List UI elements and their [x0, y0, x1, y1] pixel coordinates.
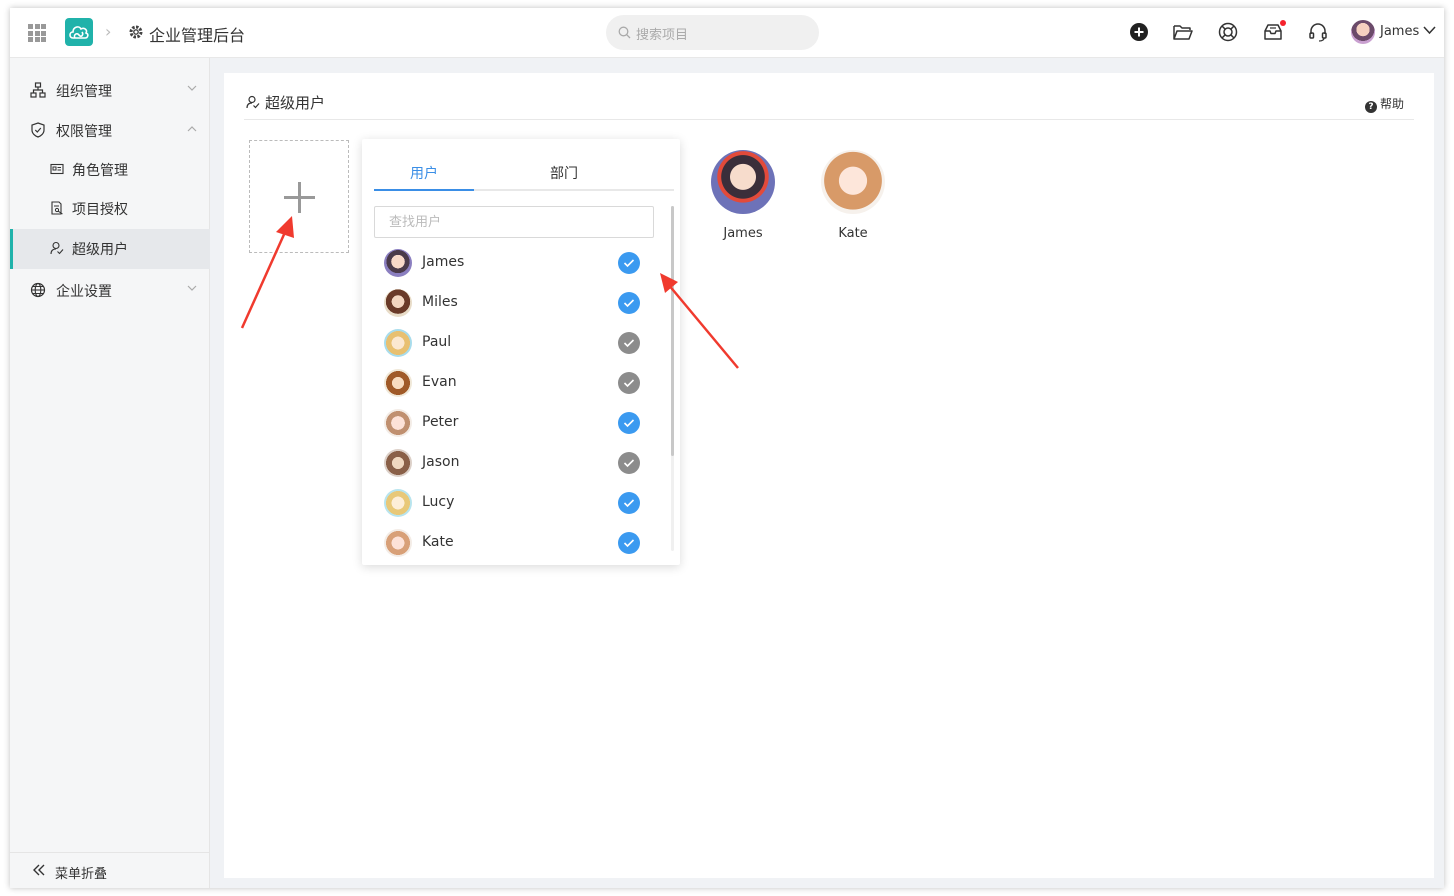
avatar[interactable]: [1351, 20, 1375, 44]
super-user-card[interactable]: James: [703, 150, 783, 241]
sidebar-item-label: 角色管理: [72, 163, 128, 179]
shield-icon: [31, 122, 45, 138]
org-chart-icon: [30, 82, 46, 98]
folder-open-icon[interactable]: [1172, 21, 1194, 43]
super-user-name: James: [723, 226, 763, 241]
add-circle-icon[interactable]: [1128, 21, 1150, 43]
collapse-label: 菜单折叠: [55, 867, 108, 882]
super-user-name: Kate: [838, 226, 868, 241]
avatar: [384, 369, 412, 397]
help-icon: ?: [1364, 101, 1377, 113]
list-item[interactable]: Jason: [362, 443, 668, 483]
app-window: › 企业管理后台 搜索项目 James 组织管理 权限管理 角色管理 项目授权 …: [10, 8, 1444, 888]
avatar: [384, 249, 412, 277]
chevron-down-icon: [187, 85, 197, 91]
breadcrumb-separator: ›: [105, 22, 112, 41]
avatar: [384, 329, 412, 357]
breadcrumb-title[interactable]: 企业管理后台: [149, 22, 245, 46]
sidebar-item-permissions[interactable]: 权限管理: [10, 110, 210, 150]
sidebar-item-enterprise-settings[interactable]: 企业设置: [10, 270, 210, 310]
project-search[interactable]: 搜索项目: [606, 15, 819, 50]
sidebar: 组织管理 权限管理 角色管理 项目授权 超级用户 企业设置 菜单折叠: [10, 58, 210, 888]
user-name: Jason: [422, 454, 460, 470]
user-name: Paul: [422, 334, 452, 350]
sidebar-item-label: 企业设置: [56, 284, 112, 300]
check-icon[interactable]: [618, 292, 640, 314]
user-name: Lucy: [422, 494, 455, 510]
check-icon[interactable]: [618, 372, 640, 394]
sidebar-item-label: 项目授权: [72, 202, 128, 218]
menu-collapse-button[interactable]: 菜单折叠: [10, 852, 210, 888]
search-icon: [618, 26, 631, 39]
user-search-input[interactable]: [374, 206, 654, 238]
globe-icon: [30, 282, 46, 298]
sidebar-item-super-user[interactable]: 超级用户: [10, 229, 210, 269]
plus-icon-vertical: [298, 182, 301, 213]
document-key-icon: [51, 201, 63, 215]
check-icon[interactable]: [618, 492, 640, 514]
user-name: Miles: [422, 294, 458, 310]
tab-departments[interactable]: 部门: [550, 163, 578, 183]
sidebar-item-project-auth[interactable]: 项目授权: [10, 189, 210, 229]
user-name: Peter: [422, 414, 459, 430]
list-item[interactable]: Lucy: [362, 483, 668, 523]
sidebar-item-org[interactable]: 组织管理: [10, 70, 210, 110]
top-header: › 企业管理后台 搜索项目 James: [10, 8, 1444, 58]
user-name: Kate: [422, 534, 454, 550]
check-icon[interactable]: [618, 332, 640, 354]
search-placeholder: 搜索项目: [636, 28, 689, 43]
sidebar-item-roles[interactable]: 角色管理: [10, 150, 210, 190]
main-panel: 超级用户 ?帮助 用户 部门 JamesMilesPaulEvanPeterJa…: [224, 73, 1434, 878]
list-item[interactable]: Miles: [362, 283, 668, 323]
gear-icon: [129, 25, 143, 39]
id-card-icon: [50, 163, 64, 175]
cloud-logo-icon[interactable]: [65, 18, 93, 46]
check-icon[interactable]: [618, 412, 640, 434]
apps-grid-icon[interactable]: [28, 24, 46, 42]
user-picker-popover: 用户 部门 James Miles Paul Evan Peter Jason Lucy Ka…: [362, 139, 680, 565]
super-user-icon: [246, 95, 260, 109]
user-name[interactable]: James: [1380, 24, 1419, 39]
scrollbar-thumb[interactable]: [671, 206, 674, 456]
chevron-up-icon: [187, 126, 197, 132]
active-tab-indicator: [374, 189, 474, 191]
user-list: James Miles Paul Evan Peter Jason Lucy Kate: [362, 243, 668, 565]
picker-tabs: 用户 部门: [374, 151, 674, 191]
super-user-card[interactable]: Kate: [813, 150, 893, 241]
user-name: Evan: [422, 374, 457, 390]
page-header: 超级用户 ? 帮助: [244, 73, 1414, 120]
list-item[interactable]: Peter: [362, 403, 668, 443]
list-item[interactable]: James: [362, 243, 668, 283]
check-icon[interactable]: [618, 252, 640, 274]
super-user-icon: [50, 241, 64, 255]
list-item[interactable]: Kate: [362, 523, 668, 563]
lifebuoy-icon[interactable]: [1217, 21, 1239, 43]
notification-badge: [1280, 20, 1286, 26]
avatar: [384, 409, 412, 437]
avatar: [384, 449, 412, 477]
tab-users[interactable]: 用户: [410, 163, 438, 183]
check-icon[interactable]: [618, 532, 640, 554]
double-chevron-left-icon: [33, 864, 45, 876]
list-item[interactable]: Evan: [362, 363, 668, 403]
page-title: 超级用户: [265, 94, 326, 112]
list-item[interactable]: Paul: [362, 323, 668, 363]
help-link[interactable]: ? 帮助: [1364, 95, 1404, 113]
check-icon[interactable]: [618, 452, 640, 474]
avatar: [821, 150, 885, 214]
avatar: [384, 289, 412, 317]
avatar: [384, 489, 412, 517]
sidebar-item-label: 组织管理: [56, 84, 112, 100]
headset-icon[interactable]: [1307, 21, 1329, 43]
avatar: [384, 529, 412, 557]
user-name: James: [422, 254, 465, 270]
help-label: 帮助: [1379, 97, 1404, 111]
chevron-down-icon: [187, 285, 197, 291]
sidebar-item-label: 权限管理: [56, 124, 112, 140]
chevron-down-icon[interactable]: [1423, 25, 1436, 35]
add-super-user-button[interactable]: [249, 140, 349, 253]
sidebar-item-label: 超级用户: [72, 242, 128, 258]
avatar: [711, 150, 775, 214]
